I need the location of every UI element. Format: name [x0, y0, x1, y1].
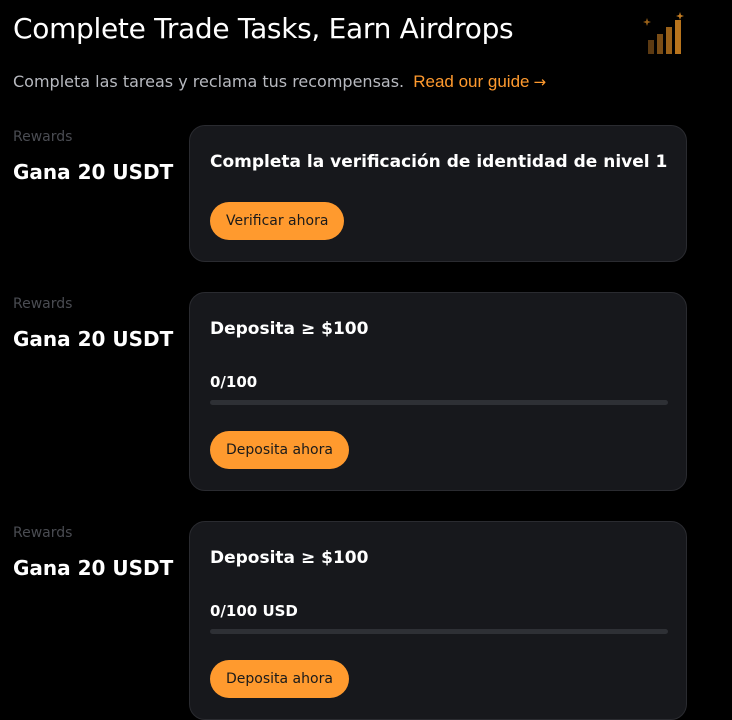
progress-text: 0/100 USD [210, 602, 298, 620]
progress-text: 0/100 [210, 373, 258, 391]
reward-label: Rewards [13, 296, 73, 312]
reward-amount: Gana 20 USDT [13, 160, 174, 184]
deposit-now-button[interactable]: Deposita ahora [210, 660, 349, 698]
page-subtitle: Completa las tareas y reclama tus recomp… [13, 72, 546, 92]
arrow-right-icon: → [533, 73, 547, 91]
page-title: Complete Trade Tasks, Earn Airdrops [13, 12, 514, 45]
deposit-now-button[interactable]: Deposita ahora [210, 431, 349, 469]
bar-chart-growth-icon [642, 12, 688, 58]
reward-amount: Gana 20 USDT [13, 556, 174, 580]
reward-label: Rewards [13, 525, 73, 541]
read-guide-label: Read our guide [413, 72, 530, 91]
task-title: Completa la verificación de identidad de… [210, 152, 668, 172]
task-card: Deposita ≥ $100 0/100 USD Deposita ahora [189, 521, 687, 720]
progress-bar [210, 629, 668, 634]
task-card: Completa la verificación de identidad de… [189, 125, 687, 262]
subtitle-text: Completa las tareas y reclama tus recomp… [13, 72, 405, 91]
task-card: Deposita ≥ $100 0/100 Deposita ahora [189, 292, 687, 491]
reward-amount: Gana 20 USDT [13, 327, 174, 351]
verify-now-button[interactable]: Verificar ahora [210, 202, 345, 240]
reward-label: Rewards [13, 129, 73, 145]
read-guide-link[interactable]: Read our guide → [413, 72, 546, 91]
task-title: Deposita ≥ $100 [210, 548, 369, 568]
progress-bar [210, 400, 668, 405]
task-title: Deposita ≥ $100 [210, 319, 369, 339]
